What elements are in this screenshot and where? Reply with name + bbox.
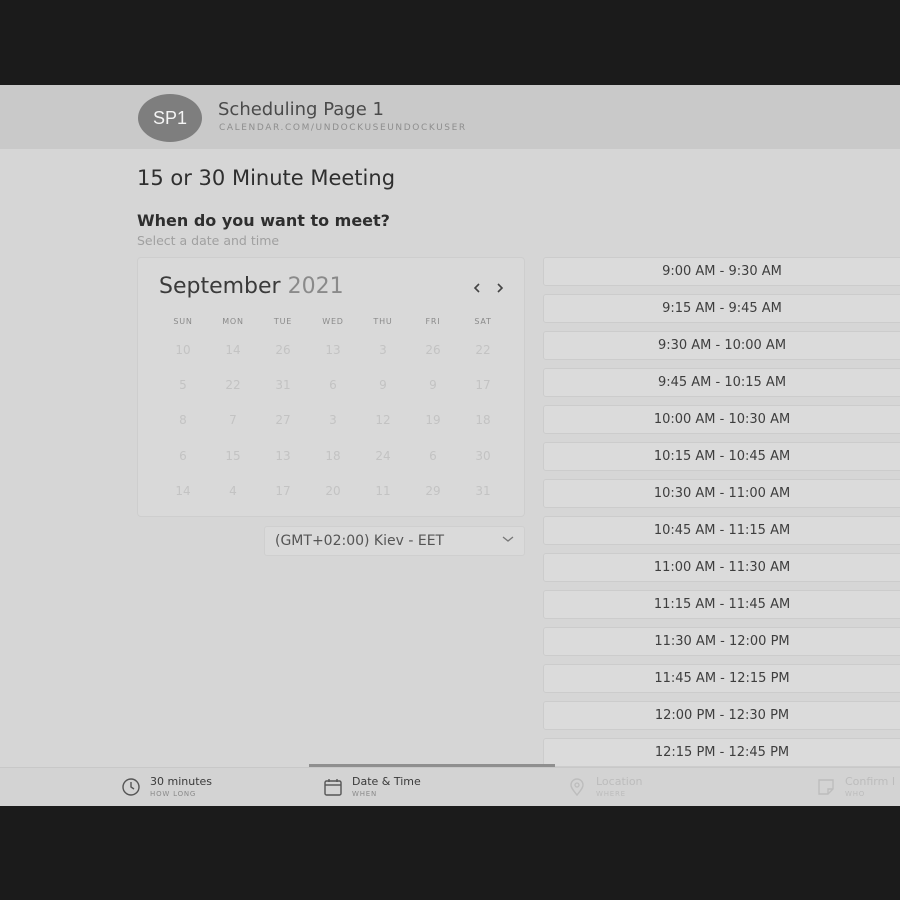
calendar-day: 13	[325, 342, 341, 357]
chevron-down-icon	[502, 536, 514, 542]
calendar-day: 18	[325, 448, 341, 463]
calendar-day: 22	[225, 377, 241, 392]
time-slot-button[interactable]: 10:15 AM - 10:45 AM	[543, 442, 900, 471]
scheduling-page: SP1 Scheduling Page 1 CALENDAR.COM/UNDOC…	[0, 85, 900, 806]
calendar-day: 17	[275, 483, 291, 498]
calendar-day: 31	[475, 483, 491, 498]
calendar-day: 6	[179, 448, 187, 463]
calendar-day: 29	[425, 483, 441, 498]
calendar-day: 31	[275, 377, 291, 392]
calendar-week-row: 8 7 27 3 12 19 18	[158, 403, 508, 438]
calendar-day: 13	[275, 448, 291, 463]
time-slot-button[interactable]: 12:00 PM - 12:30 PM	[543, 701, 900, 730]
time-slot-button[interactable]: 10:45 AM - 11:15 AM	[543, 516, 900, 545]
next-month-button[interactable]	[491, 278, 509, 298]
calendar-day: 9	[429, 377, 437, 392]
step-location-subtitle: WHERE	[596, 790, 626, 798]
booking-steps-bar: 30 minutes HOW LONG Date & Time WHEN Loc…	[0, 764, 900, 806]
step-confirm-title: Confirm I	[845, 775, 896, 788]
calendar-day: 14	[175, 483, 191, 498]
calendar-day: 12	[375, 413, 391, 428]
time-slot-button[interactable]: 11:45 AM - 12:15 PM	[543, 664, 900, 693]
step-date-time-title: Date & Time	[352, 775, 421, 788]
calendar-day: 26	[425, 342, 441, 357]
calendar-day: 24	[375, 448, 391, 463]
calendar-day: 3	[329, 413, 337, 428]
calendar-day: 3	[379, 342, 387, 357]
time-slot-button[interactable]: 9:00 AM - 9:30 AM	[543, 257, 900, 286]
weekday-label: TUE	[273, 316, 293, 326]
time-slot-button[interactable]: 9:30 AM - 10:00 AM	[543, 331, 900, 360]
calendar-day: 17	[475, 377, 491, 392]
calendar-week-row: 5 22 31 6 9 9 17	[158, 367, 508, 402]
confirm-icon	[818, 779, 834, 795]
calendar-day: 5	[179, 377, 187, 392]
calendar-week-row: 10 14 26 13 3 26 22	[158, 332, 508, 367]
question-heading: When do you want to meet?	[137, 211, 390, 230]
calendar-day: 11	[375, 483, 391, 498]
calendar-icon	[324, 779, 342, 796]
avatar: SP1	[138, 94, 202, 142]
weekday-label: SAT	[474, 316, 492, 326]
step-duration-subtitle: HOW LONG	[150, 790, 197, 798]
chevron-left-icon	[473, 283, 480, 293]
calendar-day: 10	[175, 342, 191, 357]
time-slot-button[interactable]: 9:45 AM - 10:15 AM	[543, 368, 900, 397]
time-slot-button[interactable]: 11:15 AM - 11:45 AM	[543, 590, 900, 619]
calendar-day: 18	[475, 413, 491, 428]
calendar-day: 6	[429, 448, 437, 463]
calendar-day: 14	[225, 342, 241, 357]
chevron-right-icon	[497, 283, 504, 293]
weekday-label: MON	[222, 316, 244, 326]
calendar-day: 6	[329, 377, 337, 392]
weekday-label: THU	[373, 316, 393, 326]
calendar-day: 26	[275, 342, 291, 357]
calendar-month: September	[159, 274, 281, 299]
weekday-label: SUN	[173, 316, 193, 326]
step-location-title: Location	[596, 775, 643, 788]
calendar-day: 9	[379, 377, 387, 392]
active-step-indicator	[309, 764, 555, 767]
header: SP1 Scheduling Page 1 CALENDAR.COM/UNDOC…	[0, 85, 900, 149]
calendar-week-row: 14 4 17 20 11 29 31	[158, 473, 508, 508]
time-slot-list: 9:00 AM - 9:30 AM 9:15 AM - 9:45 AM 9:30…	[543, 257, 900, 775]
time-slot-button[interactable]: 11:00 AM - 11:30 AM	[543, 553, 900, 582]
calendar-year: 2021	[287, 274, 344, 299]
previous-month-button[interactable]	[468, 278, 486, 298]
calendar-week-row: 6 15 13 18 24 6 30	[158, 438, 508, 473]
page-name: Scheduling Page 1	[218, 99, 384, 120]
timezone-value: (GMT+02:00) Kiev - EET	[275, 533, 445, 549]
calendar-day: 8	[179, 413, 187, 428]
meeting-title: 15 or 30 Minute Meeting	[137, 166, 396, 190]
time-slot-button[interactable]: 9:15 AM - 9:45 AM	[543, 294, 900, 323]
calendar-grid: SUN MON TUE WED THU FRI SAT 10 14 26 13 …	[158, 310, 508, 508]
calendar-day: 30	[475, 448, 491, 463]
weekday-label: FRI	[425, 316, 441, 326]
page-url[interactable]: CALENDAR.COM/UNDOCKUSEUNDOCKUSER	[219, 123, 467, 133]
calendar-day: 27	[275, 413, 291, 428]
weekday-header-row: SUN MON TUE WED THU FRI SAT	[158, 310, 508, 332]
step-duration-title: 30 minutes	[150, 775, 213, 788]
calendar-day: 19	[425, 413, 441, 428]
clock-icon	[122, 778, 140, 796]
time-slot-button[interactable]: 11:30 AM - 12:00 PM	[543, 627, 900, 656]
calendar-day: 20	[325, 483, 341, 498]
step-confirm-subtitle: WHO	[845, 790, 866, 798]
calendar-day: 15	[225, 448, 241, 463]
timezone-select[interactable]: (GMT+02:00) Kiev - EET	[264, 526, 525, 556]
time-slot-button[interactable]: 10:00 AM - 10:30 AM	[543, 405, 900, 434]
question-subtext: Select a date and time	[137, 233, 280, 248]
time-slot-button[interactable]: 12:15 PM - 12:45 PM	[543, 738, 900, 767]
calendar-month-label: September 2021	[159, 274, 344, 299]
calendar: September 2021 SUN MON TUE WED THU FRI S…	[137, 257, 525, 517]
weekday-label: WED	[322, 316, 344, 326]
calendar-day: 4	[229, 483, 237, 498]
location-pin-icon	[570, 778, 584, 797]
time-slot-button[interactable]: 10:30 AM - 11:00 AM	[543, 479, 900, 508]
calendar-day: 7	[229, 413, 237, 428]
step-date-time-subtitle: WHEN	[352, 790, 378, 798]
calendar-day: 22	[475, 342, 491, 357]
